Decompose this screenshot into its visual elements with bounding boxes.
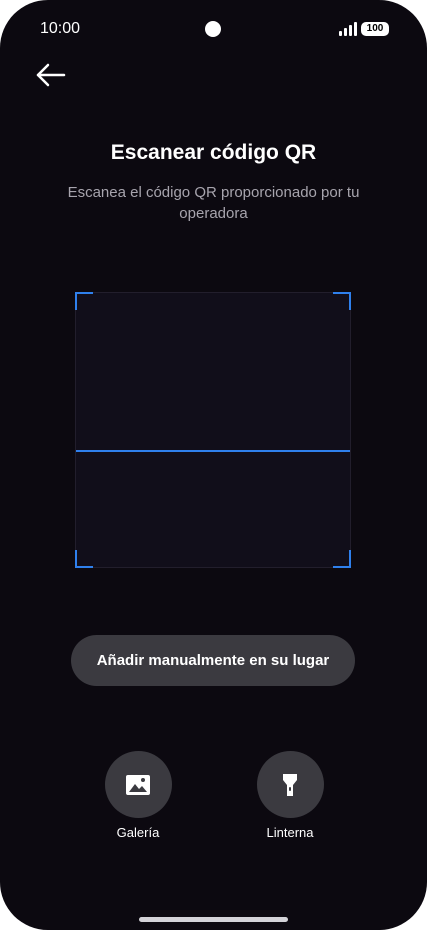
phone-screen: 10:00 100 Escanear código QR Escanea el … bbox=[0, 0, 427, 930]
add-manually-button[interactable]: Añadir manualmente en su lugar bbox=[71, 635, 355, 686]
gallery-button[interactable] bbox=[104, 751, 172, 818]
page-title: Escanear código QR bbox=[110, 141, 317, 164]
image-icon bbox=[126, 774, 150, 795]
home-indicator[interactable] bbox=[139, 917, 288, 922]
gallery-action: Galería bbox=[88, 751, 188, 840]
flashlight-icon bbox=[283, 773, 297, 796]
scan-line bbox=[76, 450, 350, 452]
scanner-corner-top-left bbox=[75, 292, 93, 310]
qr-scanner-viewfinder bbox=[75, 292, 351, 568]
back-button[interactable] bbox=[30, 58, 70, 92]
arrow-left-icon bbox=[36, 63, 66, 87]
battery-icon: 100 bbox=[361, 22, 389, 36]
status-time: 10:00 bbox=[40, 20, 81, 37]
scanner-corner-top-right bbox=[333, 292, 351, 310]
scanner-corner-bottom-left bbox=[75, 550, 93, 568]
flashlight-label: Linterna bbox=[266, 825, 314, 840]
gallery-label: Galería bbox=[116, 825, 160, 840]
page-subtitle: Escanea el código QR proporcionado por t… bbox=[67, 184, 360, 222]
flashlight-action: Linterna bbox=[240, 751, 340, 840]
scanner-corner-bottom-right bbox=[333, 550, 351, 568]
flashlight-button[interactable] bbox=[256, 751, 324, 818]
signal-icon bbox=[339, 22, 357, 36]
camera-dot-icon bbox=[205, 21, 221, 37]
